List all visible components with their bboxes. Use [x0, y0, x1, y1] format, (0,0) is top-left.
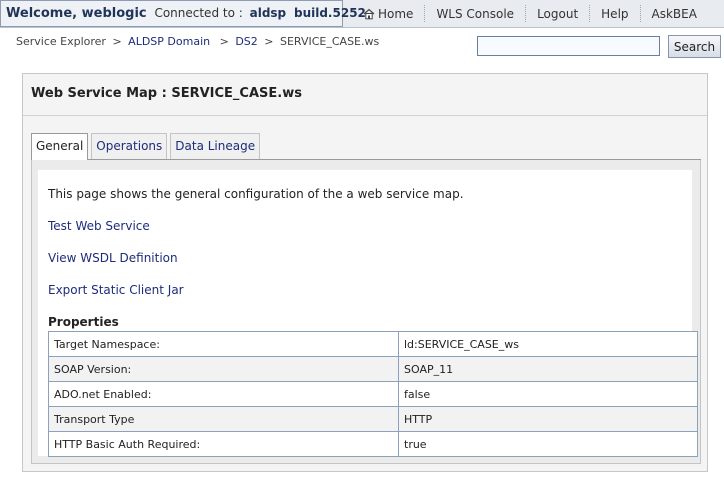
search-button[interactable]: Search	[668, 35, 721, 58]
property-value: true	[398, 431, 698, 457]
nav-logout-label: Logout	[537, 6, 579, 21]
property-key: ADO.net Enabled:	[48, 381, 399, 407]
breadcrumb-service-explorer: Service Explorer	[16, 35, 106, 48]
property-key: Target Namespace:	[48, 331, 399, 357]
nav-home-link[interactable]: Home	[352, 5, 426, 22]
welcome-text: Welcome, weblogic	[6, 6, 147, 21]
nav-askbea-label: AskBEA	[651, 6, 697, 21]
table-row: Target Namespace: ld:SERVICE_CASE_ws	[48, 331, 698, 357]
property-value: HTTP	[398, 406, 698, 432]
property-key: SOAP Version:	[48, 356, 399, 382]
breadcrumb-aldsp-domain-link[interactable]: ALDSP Domain	[128, 35, 210, 48]
breadcrumb-separator: >	[112, 35, 122, 48]
tab-data-lineage[interactable]: Data Lineage	[170, 133, 261, 159]
panel-divider	[23, 115, 707, 116]
breadcrumb-current: SERVICE_CASE.ws	[279, 35, 380, 48]
breadcrumb-ds2-link[interactable]: DS2	[235, 35, 257, 48]
view-wsdl-definition-link[interactable]: View WSDL Definition	[48, 251, 178, 265]
test-web-service-link[interactable]: Test Web Service	[48, 219, 150, 233]
nav-wls-console-label: WLS Console	[436, 6, 515, 21]
nav-askbea-link[interactable]: AskBEA	[641, 5, 708, 22]
home-icon	[363, 8, 375, 19]
nav-wls-console-link[interactable]: WLS Console	[425, 5, 527, 22]
properties-heading: Properties	[48, 315, 119, 329]
properties-table: Target Namespace: ld:SERVICE_CASE_ws SOA…	[48, 331, 698, 457]
top-bar: Welcome, weblogic Connected to : aldsp b…	[0, 0, 724, 28]
welcome-box: Welcome, weblogic Connected to : aldsp b…	[0, 0, 366, 27]
table-row: HTTP Basic Auth Required: true	[48, 431, 698, 457]
server-name: aldsp	[249, 6, 287, 20]
tab-general[interactable]: General	[31, 133, 89, 160]
property-key: Transport Type	[48, 406, 399, 432]
property-value: ld:SERVICE_CASE_ws	[398, 331, 698, 357]
nav-logout-link[interactable]: Logout	[526, 5, 591, 22]
nav-home-label: Home	[378, 6, 414, 21]
export-static-client-jar-link[interactable]: Export Static Client Jar	[48, 283, 184, 297]
breadcrumb: Service Explorer > ALDSP Domain > DS2 > …	[16, 35, 379, 48]
tab-bar: General Operations Data Lineage	[31, 133, 263, 160]
tab-operations[interactable]: Operations	[91, 133, 168, 159]
panel-title: Web Service Map : SERVICE_CASE.ws	[31, 86, 302, 101]
connected-label: Connected to :	[154, 6, 243, 20]
breadcrumb-separator: >	[219, 35, 229, 48]
table-row: Transport Type HTTP	[48, 406, 698, 432]
nav-help-label: Help	[601, 6, 629, 21]
top-nav: Home WLS Console Logout Help AskBEA	[352, 0, 708, 27]
tab-content: This page shows the general configuratio…	[31, 160, 701, 464]
nav-help-link[interactable]: Help	[590, 5, 641, 22]
general-tab-body: This page shows the general configuratio…	[38, 170, 698, 457]
table-row: SOAP Version: SOAP_11	[48, 356, 698, 382]
web-service-map-panel: Web Service Map : SERVICE_CASE.ws Genera…	[22, 73, 708, 472]
breadcrumb-separator: >	[264, 35, 274, 48]
search-input[interactable]	[477, 36, 660, 56]
property-value: SOAP_11	[398, 356, 698, 382]
intro-text: This page shows the general configuratio…	[48, 187, 464, 201]
property-key: HTTP Basic Auth Required:	[48, 431, 399, 457]
property-value: false	[398, 381, 698, 407]
table-row: ADO.net Enabled: false	[48, 381, 698, 407]
